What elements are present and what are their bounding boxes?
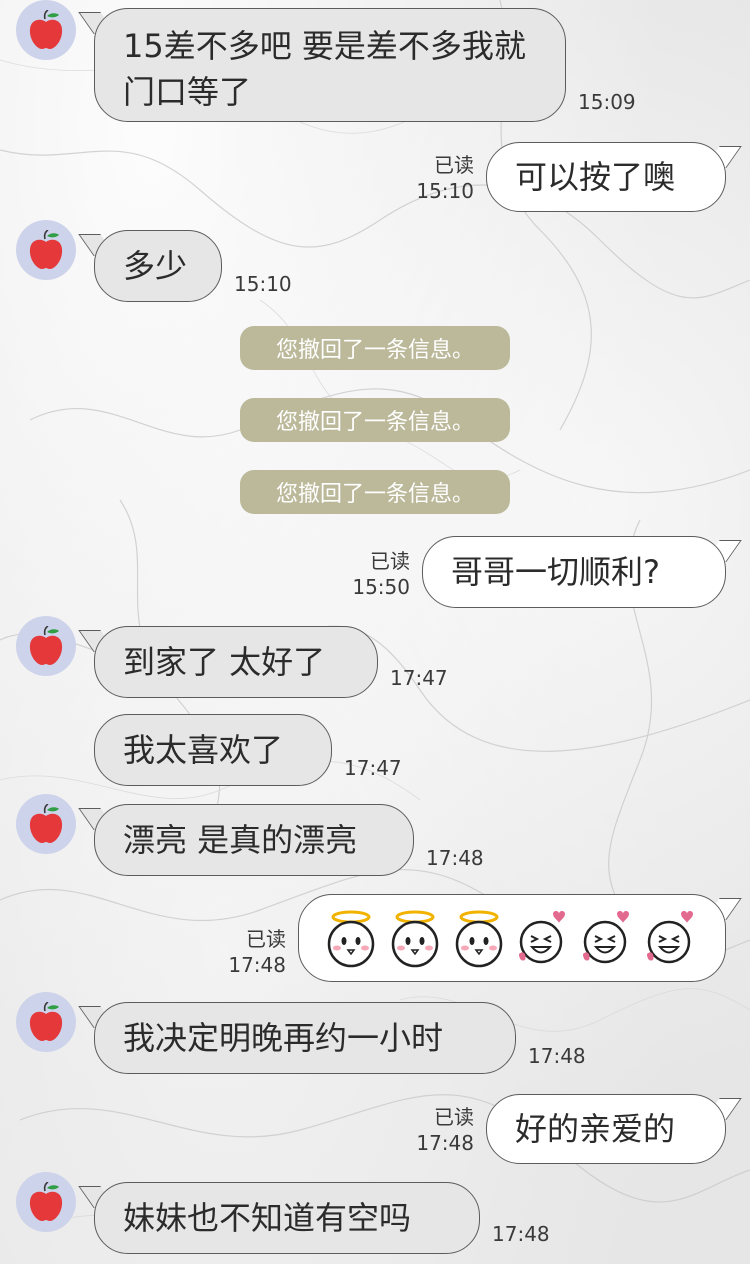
read-receipt: 已读 — [434, 1105, 474, 1129]
message-meta: 已读 15:50 — [352, 548, 410, 600]
message-meta: 已读 17:48 — [228, 926, 286, 978]
incoming-message-bubble[interactable]: 我决定明晚再约一小时 — [94, 1002, 516, 1074]
message-time: 15:10 — [234, 272, 292, 296]
outgoing-message-bubble[interactable]: 哥哥一切顺利? — [422, 536, 726, 608]
message-time: 17:48 — [416, 1131, 474, 1155]
message-text: 15差不多吧 要是差不多我就门口等了 — [123, 27, 526, 111]
message-time: 17:48 — [426, 846, 484, 870]
read-receipt: 已读 — [434, 153, 474, 177]
recall-notice: 您撤回了一条信息。 — [240, 326, 510, 370]
incoming-message-bubble[interactable]: 到家了 太好了 — [94, 626, 378, 698]
message-time: 17:48 — [528, 1044, 586, 1068]
love-laugh-sticker — [647, 911, 693, 964]
incoming-message-bubble[interactable]: 妹妹也不知道有空吗 — [94, 1182, 480, 1254]
message-text: 可以按了噢 — [515, 158, 676, 196]
message-text: 妹妹也不知道有空吗 — [123, 1199, 412, 1237]
contact-avatar[interactable] — [16, 616, 76, 676]
apple-icon — [29, 804, 63, 843]
contact-avatar[interactable] — [16, 1172, 76, 1232]
message-text: 哥哥一切顺利? — [451, 553, 660, 591]
message-text: 多少 — [123, 247, 188, 285]
love-laugh-sticker — [583, 911, 629, 964]
contact-avatar[interactable] — [16, 0, 76, 60]
message-time: 17:47 — [390, 666, 448, 690]
chat-area: 15差不多吧 要是差不多我就门口等了 15:09 已读 15:10 可以按了噢 … — [0, 0, 750, 1264]
message-text: 好的亲爱的 — [515, 1110, 676, 1148]
apple-icon — [29, 1002, 63, 1041]
recall-notice: 您撤回了一条信息。 — [240, 470, 510, 514]
message-text: 漂亮 是真的漂亮 — [123, 821, 358, 859]
angel-face-sticker — [391, 910, 439, 968]
message-time: 17:47 — [344, 756, 402, 780]
message-time: 15:50 — [352, 575, 410, 599]
contact-avatar[interactable] — [16, 992, 76, 1052]
message-meta: 已读 15:10 — [416, 152, 474, 204]
sticker-message-bubble[interactable] — [298, 894, 726, 982]
read-receipt: 已读 — [370, 549, 410, 573]
incoming-message-bubble[interactable]: 漂亮 是真的漂亮 — [94, 804, 414, 876]
outgoing-message-bubble[interactable]: 可以按了噢 — [486, 142, 726, 212]
angel-face-sticker — [327, 910, 375, 968]
message-meta: 已读 17:48 — [416, 1104, 474, 1156]
message-text: 我太喜欢了 — [123, 731, 284, 769]
incoming-message-bubble[interactable]: 多少 — [94, 230, 222, 302]
message-time: 17:48 — [228, 953, 286, 977]
incoming-message-bubble[interactable]: 我太喜欢了 — [94, 714, 332, 786]
message-text: 我决定明晚再约一小时 — [123, 1019, 444, 1057]
recall-notice: 您撤回了一条信息。 — [240, 398, 510, 442]
apple-icon — [29, 230, 63, 269]
apple-icon — [29, 10, 63, 49]
message-time: 15:09 — [578, 90, 636, 114]
apple-icon — [29, 626, 63, 665]
love-laugh-sticker — [519, 911, 565, 964]
contact-avatar[interactable] — [16, 794, 76, 854]
angel-face-sticker — [455, 910, 503, 968]
read-receipt: 已读 — [246, 927, 286, 951]
message-text: 到家了 太好了 — [123, 643, 326, 681]
message-time: 15:10 — [416, 179, 474, 203]
apple-icon — [29, 1182, 63, 1221]
outgoing-message-bubble[interactable]: 好的亲爱的 — [486, 1094, 726, 1164]
contact-avatar[interactable] — [16, 220, 76, 280]
message-time: 17:48 — [492, 1222, 550, 1246]
incoming-message-bubble[interactable]: 15差不多吧 要是差不多我就门口等了 — [94, 8, 566, 122]
